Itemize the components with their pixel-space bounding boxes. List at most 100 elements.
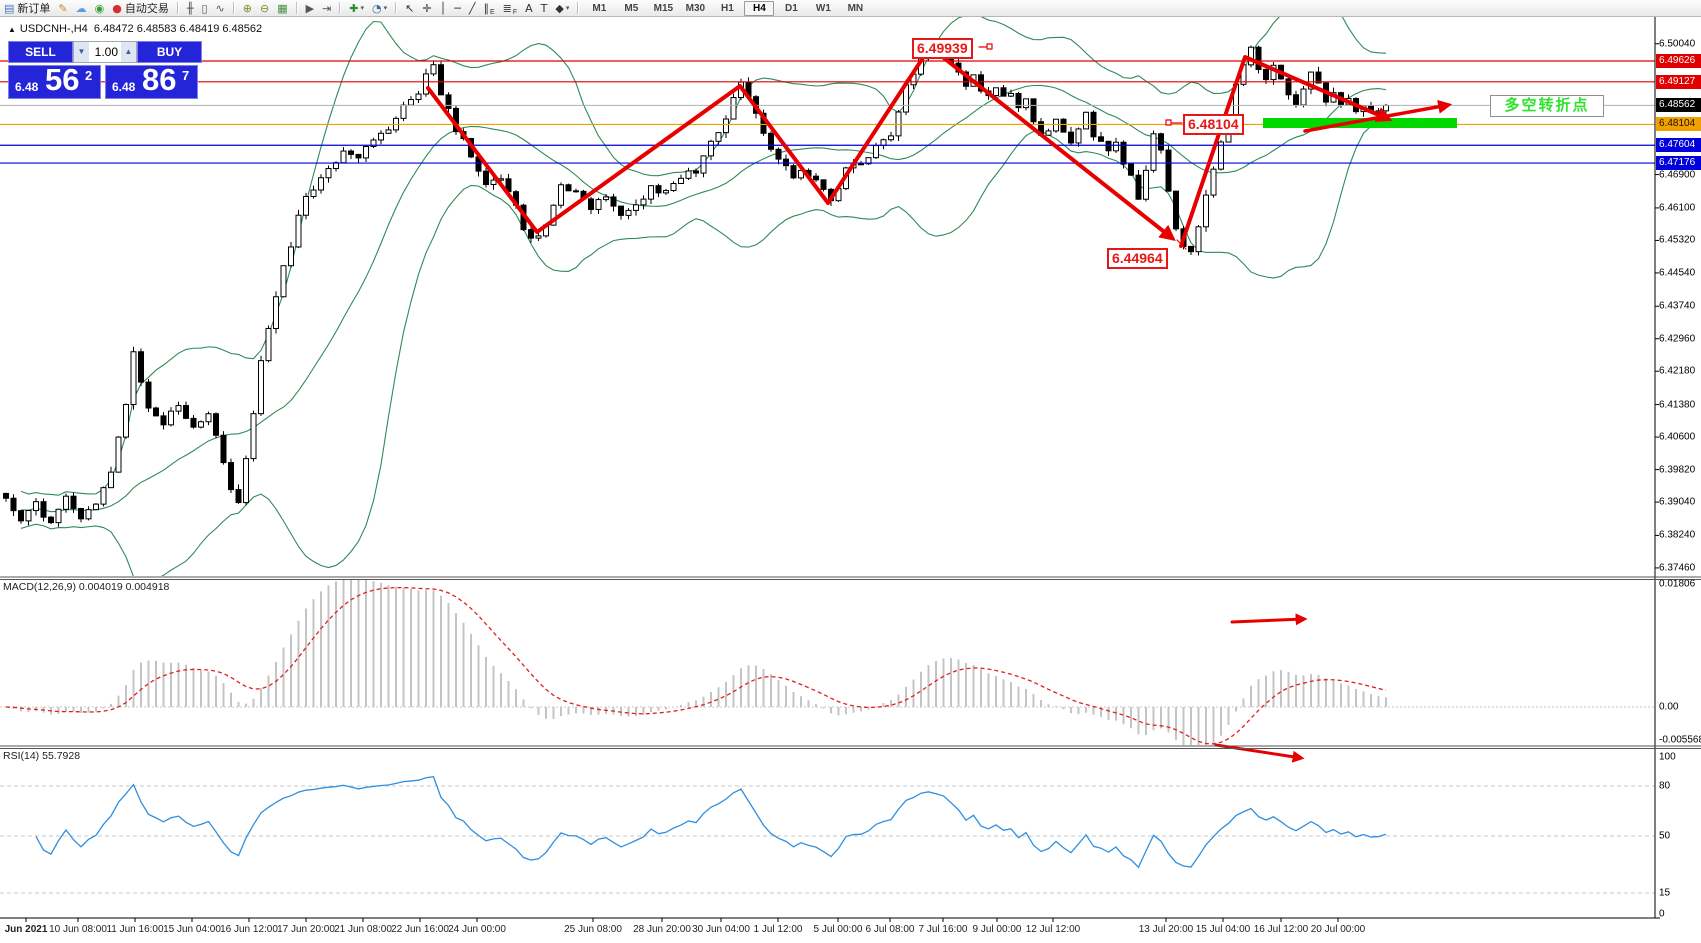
candlestick-chart-button[interactable]: ▯ <box>197 1 211 16</box>
channel-icon: ∥ <box>483 1 489 16</box>
price-axis-tick: 6.50040 <box>1659 38 1695 49</box>
toolbar: ▤新订单✎☁◉●自动交易╫▯∿⊕⊖▦▶⇥✚▾◔▾↖✛│─╱∥E≣FAT◆▾M1M… <box>0 0 1701 17</box>
timeframe-h1-button[interactable]: H1 <box>712 1 742 16</box>
timeframe-m5-button[interactable]: M5 <box>616 1 646 16</box>
rsi-indicator <box>0 777 1655 893</box>
timeframe-mn-button[interactable]: MN <box>840 1 870 16</box>
macd-axis-tick: 0.01806 <box>1659 579 1695 590</box>
price-axis-tick: 6.43740 <box>1659 301 1695 312</box>
crosshair-icon: ✛ <box>422 1 431 16</box>
buy-price-button[interactable]: 6.48 86 7 <box>105 65 198 99</box>
cursor-button[interactable]: ↖ <box>401 1 418 16</box>
zoom-out-button[interactable]: ⊖ <box>256 1 273 16</box>
timeframe-m15-button[interactable]: M15 <box>648 1 678 16</box>
crosshair-button[interactable]: ✛ <box>418 1 435 16</box>
text-button[interactable]: A <box>521 1 537 16</box>
x-axis-label: 9 Jul 00:00 <box>973 924 1022 935</box>
shapes-button[interactable]: ◆▾ <box>551 1 573 16</box>
indicators-button[interactable]: ✚▾ <box>345 1 368 16</box>
price-annotation-label[interactable]: 6.48104 <box>1183 114 1244 135</box>
dropdown-caret-icon[interactable]: ▾ <box>566 4 570 12</box>
buy-button[interactable]: BUY <box>137 41 202 63</box>
chart-canvas[interactable] <box>0 0 1701 943</box>
buy-price-prefix: 6.48 <box>112 80 135 94</box>
price-axis-tick: 6.46100 <box>1659 202 1695 213</box>
rsi-axis-tick: 80 <box>1659 781 1670 792</box>
timeframe-m30-button[interactable]: M30 <box>680 1 710 16</box>
rsi-axis-tick: 0 <box>1659 909 1665 920</box>
x-axis-label: 17 Jun 20:00 <box>277 924 335 935</box>
tile-windows-button[interactable]: ▦ <box>273 1 291 16</box>
x-axis-label: 1 Jul 12:00 <box>754 924 803 935</box>
x-axis-label: 6 Jul 08:00 <box>866 924 915 935</box>
buy-price-sup: 7 <box>182 68 189 83</box>
community-icon: ☁ <box>76 1 87 16</box>
x-axis-label: 13 Jul 20:00 <box>1139 924 1194 935</box>
fibonacci-icon: ≣ <box>503 1 512 16</box>
channel-button[interactable]: ∥E <box>479 1 498 16</box>
sell-price-prefix: 6.48 <box>15 80 38 94</box>
auto-scroll-button[interactable]: ▶ <box>302 1 318 16</box>
price-axis-tick: 6.41380 <box>1659 399 1695 410</box>
volume-spinner: ▼ 1.00 ▲ <box>73 41 137 63</box>
fibonacci-button[interactable]: ≣F <box>499 1 522 16</box>
x-axis-label: 16 Jul 12:00 <box>1254 924 1309 935</box>
toolbar-separator <box>339 2 341 14</box>
dropdown-caret-icon[interactable]: ▾ <box>384 4 388 12</box>
price-annotation-label[interactable]: 6.49939 <box>912 38 973 59</box>
price-axis-tick: 6.39040 <box>1659 497 1695 508</box>
dropdown-caret-icon[interactable]: ▾ <box>361 4 365 12</box>
toolbar-separator <box>296 2 298 14</box>
chart-shift-button[interactable]: ⇥ <box>318 1 335 16</box>
note-box-annotation[interactable]: 多空转折点 <box>1490 95 1604 117</box>
price-axis-tick: 6.46900 <box>1659 169 1695 180</box>
chart-shift-icon: ⇥ <box>322 1 331 16</box>
x-axis-label: 11 Jun 16:00 <box>106 924 163 935</box>
volume-input[interactable]: 1.00 <box>89 42 121 62</box>
sell-button[interactable]: SELL <box>8 41 73 63</box>
label-button[interactable]: T <box>537 1 552 16</box>
price-axis-tick: 6.39820 <box>1659 464 1695 475</box>
price-level-badge: 6.49127 <box>1656 75 1701 89</box>
signals-button[interactable]: ◉ <box>91 1 109 16</box>
price-annotation-label[interactable]: 6.44964 <box>1107 248 1168 269</box>
rsi-label: RSI(14) 55.7928 <box>3 750 80 762</box>
indicators-icon: ✚ <box>349 1 358 16</box>
price-level-badge: 6.47176 <box>1656 156 1701 170</box>
ohlc-high: 6.48583 <box>137 23 177 35</box>
horizontal-line-button[interactable]: ─ <box>450 1 465 16</box>
timeframe-h4-button[interactable]: H4 <box>744 1 774 16</box>
x-axis-label: 5 Jul 00:00 <box>814 924 863 935</box>
x-axis-label: 15 Jul 04:00 <box>1196 924 1251 935</box>
community-button[interactable]: ☁ <box>72 1 91 16</box>
ohlc-open: 6.48472 <box>94 23 134 35</box>
volume-increase-button[interactable]: ▲ <box>121 42 136 62</box>
toolbar-separator <box>233 2 235 14</box>
price-level-badge: 6.48104 <box>1656 117 1701 131</box>
sell-price-button[interactable]: 6.48 56 2 <box>8 65 101 99</box>
x-axis-label: 28 Jun 20:00 <box>633 924 691 935</box>
trendline-icon: ╱ <box>469 1 476 16</box>
trendline-button[interactable]: ╱ <box>465 1 480 16</box>
periods-button[interactable]: ◔▾ <box>368 1 391 16</box>
vertical-line-button[interactable]: │ <box>436 1 451 16</box>
zigzag-annotation[interactable] <box>428 44 1448 758</box>
buy-price-big: 86 <box>142 62 176 98</box>
line-chart-button[interactable]: ∿ <box>212 1 229 16</box>
x-axis-label: 10 Jun 08:00 <box>49 924 107 935</box>
x-axis-label: 30 Jun 04:00 <box>692 924 750 935</box>
icon-subscript: F <box>513 9 517 16</box>
sell-price-sup: 2 <box>85 68 92 83</box>
volume-decrease-button[interactable]: ▼ <box>74 42 89 62</box>
text-icon: A <box>525 1 533 16</box>
timeframe-m1-button[interactable]: M1 <box>584 1 614 16</box>
collapse-triangle-icon[interactable]: ▲ <box>8 25 16 34</box>
timeframe-d1-button[interactable]: D1 <box>776 1 806 16</box>
styler-button[interactable]: ✎ <box>54 1 71 16</box>
zoom-in-button[interactable]: ⊕ <box>239 1 256 16</box>
new-order-button[interactable]: ▤新订单 <box>0 1 54 16</box>
macd-axis-tick: 0.00 <box>1659 702 1678 713</box>
autotrading-button[interactable]: ●自动交易 <box>108 1 173 16</box>
bar-chart-button[interactable]: ╫ <box>183 1 198 16</box>
timeframe-w1-button[interactable]: W1 <box>808 1 838 16</box>
